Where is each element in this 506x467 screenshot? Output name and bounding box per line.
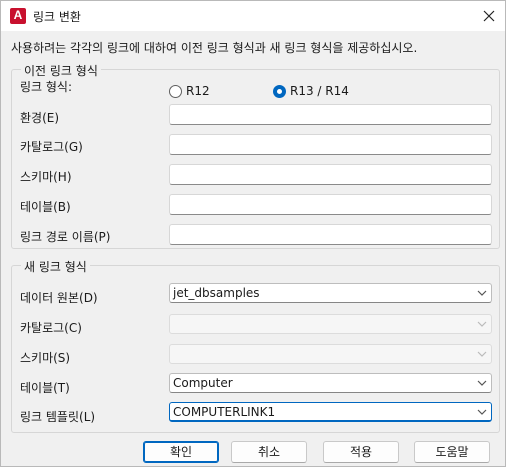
new-schema-combo[interactable] bbox=[169, 344, 492, 364]
new-table-label: 테이블(T) bbox=[20, 381, 70, 395]
new-link-format-legend: 새 링크 형식 bbox=[21, 258, 90, 275]
old-schema-field[interactable] bbox=[169, 164, 492, 185]
chevron-down-icon bbox=[477, 290, 487, 296]
old-link-format-group: 이전 링크 형식 bbox=[11, 62, 500, 249]
autocad-app-icon: A bbox=[10, 8, 26, 24]
apply-button[interactable]: 적용 bbox=[323, 441, 399, 463]
new-catalog-label: 카탈로그(C) bbox=[20, 321, 82, 335]
old-link-format-legend: 이전 링크 형식 bbox=[21, 62, 101, 79]
link-template-combo[interactable]: COMPUTERLINK1 bbox=[169, 402, 492, 422]
old-table-field[interactable] bbox=[169, 194, 492, 215]
dialog-description: 사용하려는 각각의 링크에 대하여 이전 링크 형식과 새 링크 형식을 제공하… bbox=[11, 41, 418, 55]
new-catalog-combo[interactable] bbox=[169, 314, 492, 334]
old-table-label: 테이블(B) bbox=[20, 200, 71, 214]
new-table-combo[interactable]: Computer bbox=[169, 373, 492, 393]
data-source-value: jet_dbsamples bbox=[173, 286, 260, 300]
link-path-label: 링크 경로 이름(P) bbox=[20, 230, 111, 244]
radio-r12[interactable] bbox=[169, 85, 182, 98]
help-button[interactable]: 도움말 bbox=[414, 441, 490, 463]
window-title: 링크 변환 bbox=[33, 10, 81, 24]
link-template-value: COMPUTERLINK1 bbox=[173, 405, 276, 419]
new-table-value: Computer bbox=[173, 376, 233, 390]
chevron-down-icon bbox=[477, 351, 487, 357]
ok-button[interactable]: 확인 bbox=[143, 441, 219, 463]
old-catalog-field[interactable] bbox=[169, 134, 492, 155]
link-conversion-dialog: A 링크 변환 사용하려는 각각의 링크에 대하여 이전 링크 형식과 새 링크… bbox=[0, 0, 506, 467]
data-source-label: 데이터 원본(D) bbox=[20, 291, 98, 305]
title-bar: A 링크 변환 bbox=[1, 1, 505, 31]
environment-label: 환경(E) bbox=[20, 111, 60, 125]
link-template-label: 링크 템플릿(L) bbox=[20, 410, 96, 424]
chevron-down-icon bbox=[477, 409, 487, 415]
cancel-button[interactable]: 취소 bbox=[231, 441, 307, 463]
link-format-label: 링크 형식: bbox=[20, 80, 73, 94]
old-catalog-label: 카탈로그(G) bbox=[20, 140, 83, 154]
close-icon[interactable] bbox=[479, 6, 499, 26]
link-path-field[interactable] bbox=[169, 224, 492, 245]
environment-field[interactable] bbox=[169, 104, 492, 125]
chevron-down-icon bbox=[477, 321, 487, 327]
radio-r13-r14-label[interactable]: R13 / R14 bbox=[290, 84, 349, 98]
new-schema-label: 스키마(S) bbox=[20, 351, 71, 365]
data-source-combo[interactable]: jet_dbsamples bbox=[169, 283, 492, 303]
old-schema-label: 스키마(H) bbox=[20, 170, 72, 184]
chevron-down-icon bbox=[477, 380, 487, 386]
radio-r13-r14[interactable] bbox=[273, 85, 286, 98]
radio-r12-label[interactable]: R12 bbox=[186, 84, 210, 98]
